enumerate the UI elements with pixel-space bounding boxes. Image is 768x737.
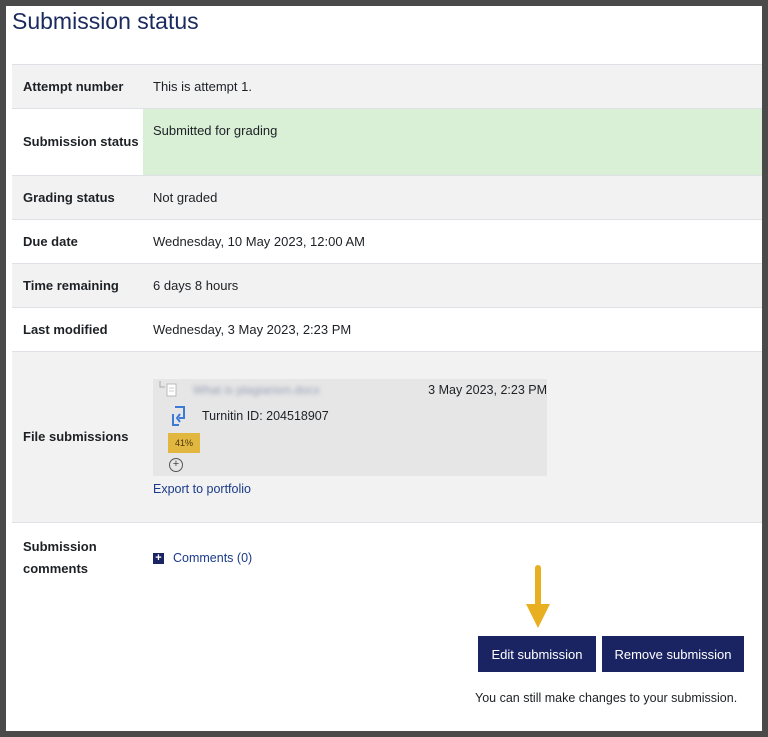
submission-status-value: Submitted for grading	[143, 108, 762, 176]
file-icon	[159, 380, 177, 396]
last-modified-label: Last modified	[12, 307, 143, 352]
file-submissions-value: What is plagiarism.docx 3 May 2023, 2:23…	[143, 351, 762, 523]
comments-toggle[interactable]: + Comments (0)	[153, 551, 762, 565]
file-submissions-label: File submissions	[12, 351, 143, 523]
table-row: Grading status Not graded	[12, 175, 762, 220]
edit-note: You can still make changes to your submi…	[475, 691, 738, 705]
grading-status-label: Grading status	[12, 175, 143, 220]
export-to-portfolio-link[interactable]: Export to portfolio	[153, 482, 762, 496]
submission-status-label: Submission status	[12, 108, 143, 176]
table-row: Submission comments + Comments (0)	[12, 522, 762, 594]
grading-status-value: Not graded	[143, 175, 762, 220]
file-name-link[interactable]: What is plagiarism.docx	[193, 383, 320, 397]
turnitin-icon	[172, 405, 185, 426]
table-row: Submission status Submitted for grading	[12, 108, 762, 176]
similarity-score-badge[interactable]: 41%	[168, 432, 200, 453]
down-arrow-annotation	[526, 565, 550, 628]
due-date-value: Wednesday, 10 May 2023, 12:00 AM	[143, 219, 762, 264]
page-title: Submission status	[12, 8, 199, 34]
plus-square-icon: +	[153, 552, 164, 564]
table-row: Attempt number This is attempt 1.	[12, 64, 762, 109]
table-row: Due date Wednesday, 10 May 2023, 12:00 A…	[12, 219, 762, 264]
table-row: Time remaining 6 days 8 hours	[12, 263, 762, 308]
attempt-value: This is attempt 1.	[143, 64, 762, 109]
turnitin-id: Turnitin ID: 204518907	[202, 408, 329, 423]
comments-link-label: Comments (0)	[173, 551, 253, 566]
file-date: 3 May 2023, 2:23 PM	[428, 382, 547, 397]
time-remaining-value: 6 days 8 hours	[143, 263, 762, 308]
table-row: File submissions What is plagiarism.docx…	[12, 351, 762, 523]
submission-status-panel: Submission status Attempt number This is…	[6, 6, 762, 731]
table-row: Last modified Wednesday, 3 May 2023, 2:2…	[12, 307, 762, 352]
submission-comments-value: + Comments (0)	[143, 522, 762, 594]
plus-circle-icon[interactable]: +	[169, 457, 183, 472]
time-remaining-label: Time remaining	[12, 263, 143, 308]
submission-comments-label: Submission comments	[12, 522, 143, 594]
last-modified-value: Wednesday, 3 May 2023, 2:23 PM	[143, 307, 762, 352]
remove-submission-button[interactable]: Remove submission	[602, 636, 744, 672]
due-date-label: Due date	[12, 219, 143, 264]
file-tree: What is plagiarism.docx 3 May 2023, 2:23…	[153, 378, 547, 476]
status-table: Attempt number This is attempt 1. Submis…	[12, 64, 762, 594]
attempt-label: Attempt number	[12, 64, 143, 109]
edit-submission-button[interactable]: Edit submission	[478, 636, 596, 672]
